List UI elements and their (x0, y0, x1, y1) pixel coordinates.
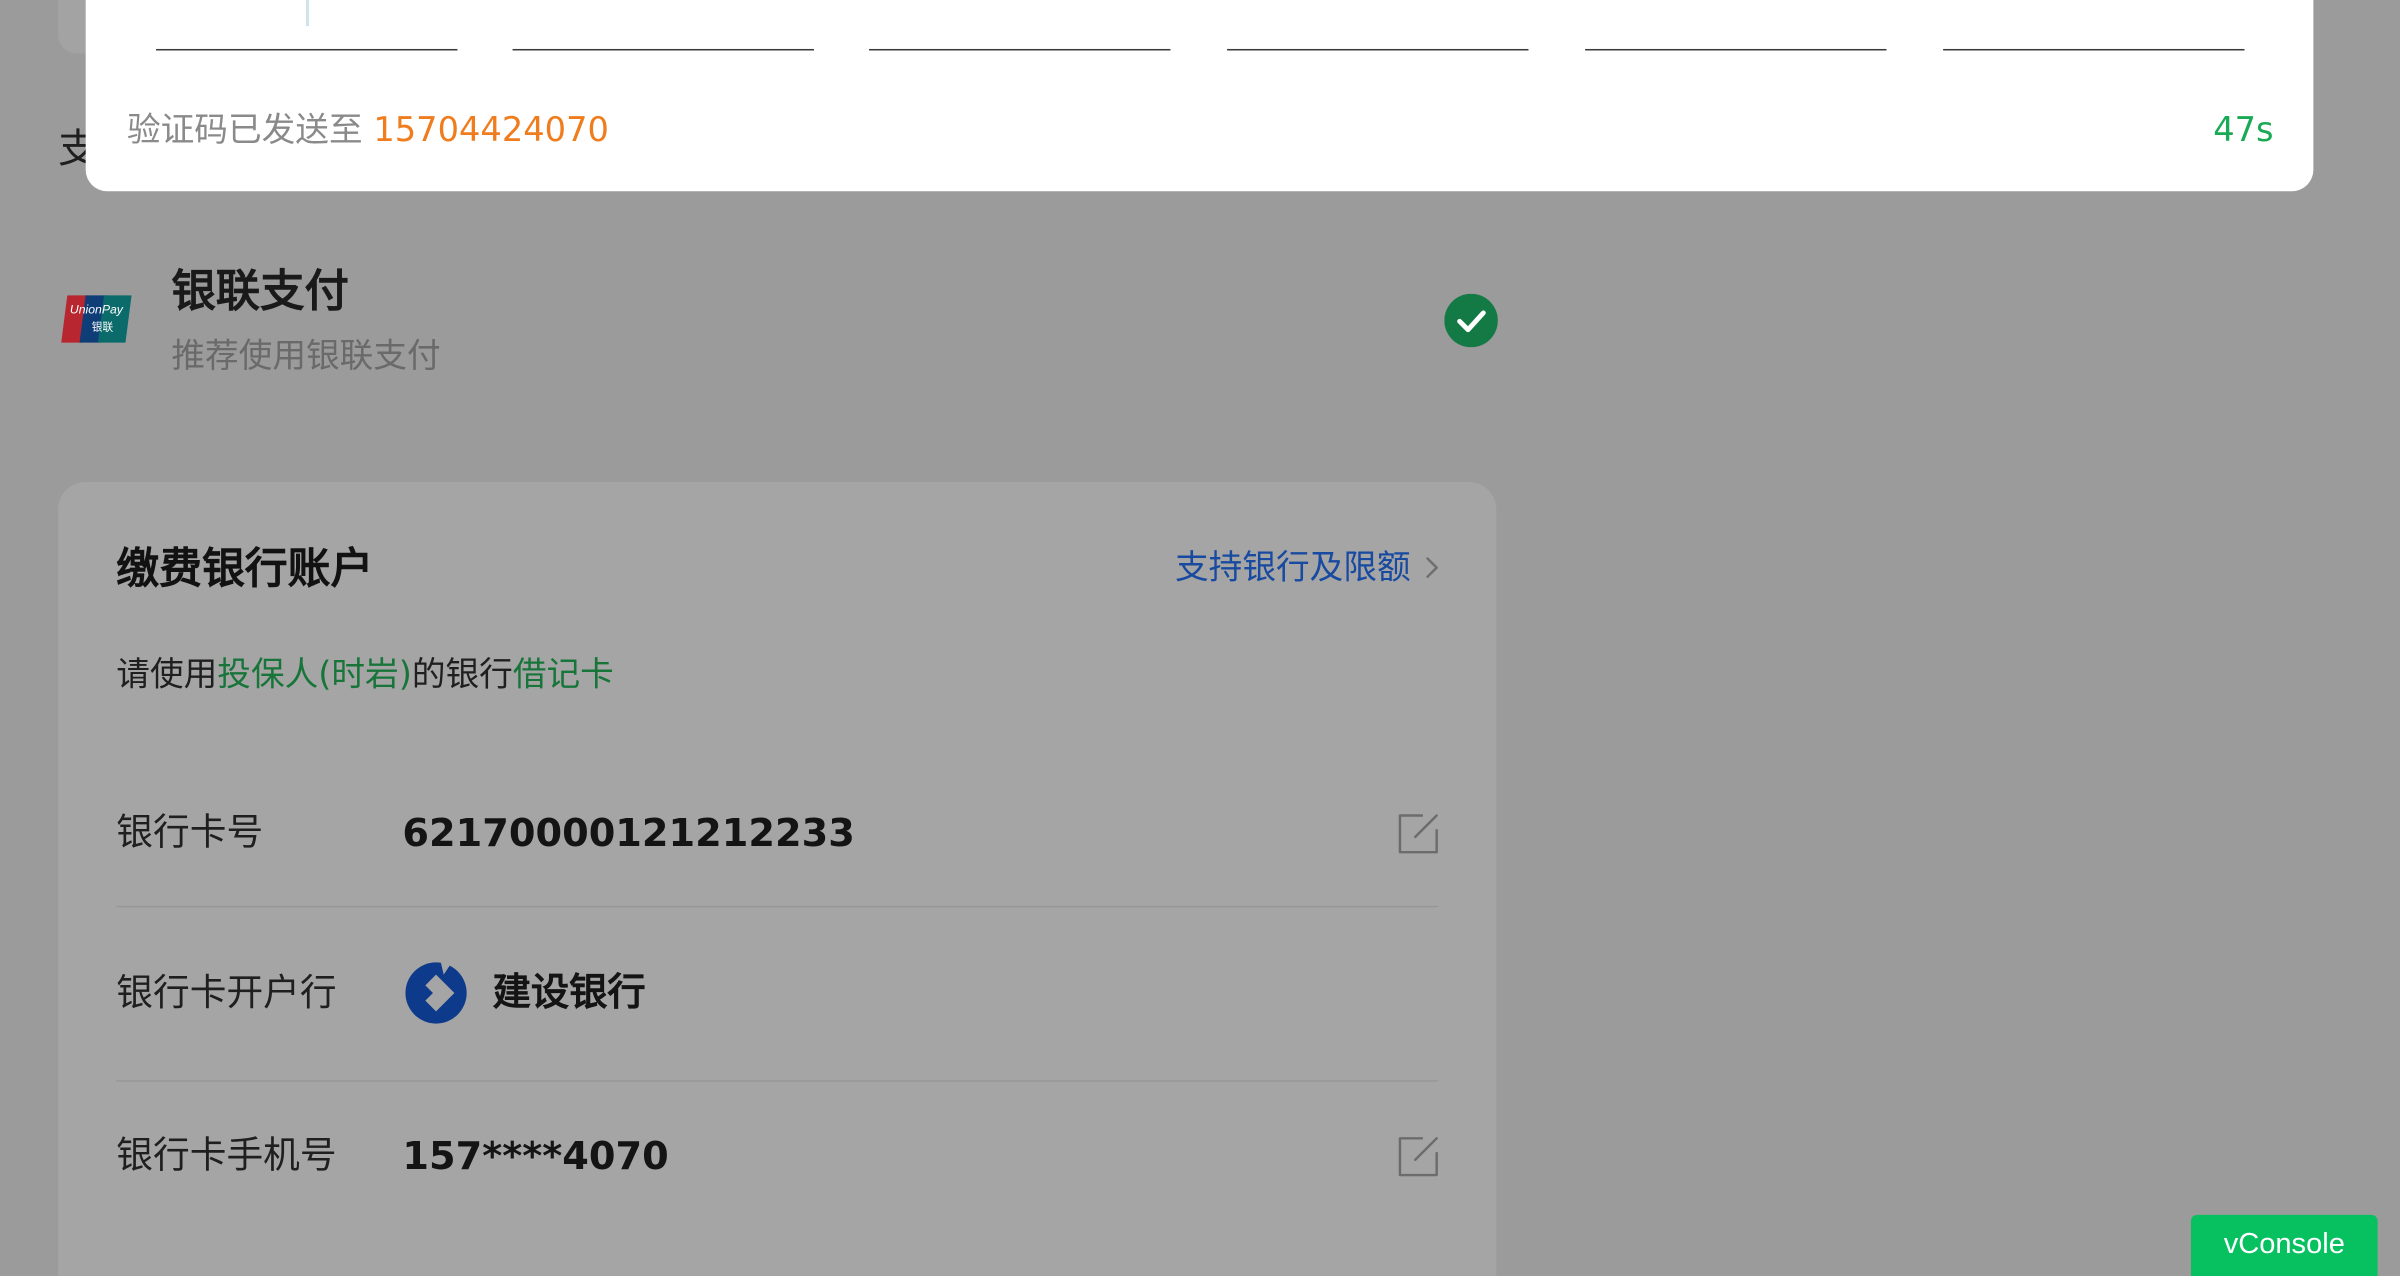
hint-policy-holder: 投保人(时岩) (217, 656, 412, 695)
card-number-value: 62170000121212233 (402, 810, 855, 856)
resend-countdown: 47s (2213, 111, 2274, 150)
payment-method-subtitle: 推荐使用银联支付 (171, 338, 441, 377)
ccb-logo-icon (405, 961, 467, 1024)
hint-prefix: 请使用 (116, 656, 218, 695)
unionpay-logo-icon: UnionPay 银联 (61, 295, 132, 343)
app-screen: 支 UnionPay 银联 银联支付 推荐使用银联支付 缴费银行账户 支持银行及… (0, 0, 2400, 1276)
card-bank-label: 银行卡开户行 (116, 971, 337, 1015)
card-phone-label: 银行卡手机号 (116, 1133, 337, 1177)
code-sent-notice: 验证码已发送至 15704424070 (127, 107, 609, 156)
vconsole-button[interactable]: vConsole (2190, 1214, 2378, 1276)
code-digit-input[interactable] (156, 48, 458, 51)
card-phone-value: 157****4070 (402, 1133, 669, 1179)
card-bank-value: 建设银行 (492, 970, 646, 1015)
unionpay-logo-cn: 银联 (92, 320, 114, 333)
edit-icon[interactable] (1395, 1134, 1441, 1180)
hint-middle: 的银行 (411, 656, 513, 695)
card-number-label: 银行卡号 (116, 810, 264, 854)
code-digit-input[interactable] (1585, 48, 1887, 51)
unionpay-logo-text: UnionPay (70, 303, 124, 317)
edit-icon[interactable] (1395, 811, 1441, 857)
code-digit-input[interactable] (1227, 48, 1529, 51)
row-divider (116, 905, 1439, 908)
code-sent-phone: 15704424070 (373, 111, 609, 150)
card-usage-hint: 请使用投保人(时岩)的银行借记卡 (116, 650, 614, 702)
code-digit-input[interactable] (1943, 48, 2245, 51)
bank-account-card: 缴费银行账户 支持银行及限额 请使用投保人(时岩)的银行借记卡 银行卡号 621… (58, 481, 1497, 1276)
payment-method-title: 银联支付 (171, 264, 349, 317)
supported-banks-link[interactable]: 支持银行及限额 (1175, 543, 1411, 595)
code-digit-input[interactable] (512, 48, 814, 51)
hint-card-type: 借记卡 (512, 656, 614, 695)
selected-check-icon[interactable] (1444, 293, 1498, 348)
row-divider (116, 1080, 1439, 1082)
code-digit-input[interactable] (869, 48, 1171, 51)
verification-code-modal: 验证码已发送至 15704424070 47s (85, 0, 2314, 192)
code-sent-label: 验证码已发送至 (126, 111, 363, 150)
chevron-right-icon[interactable] (1423, 549, 1441, 586)
bank-account-title: 缴费银行账户 (116, 543, 374, 594)
input-caret (306, 0, 310, 27)
